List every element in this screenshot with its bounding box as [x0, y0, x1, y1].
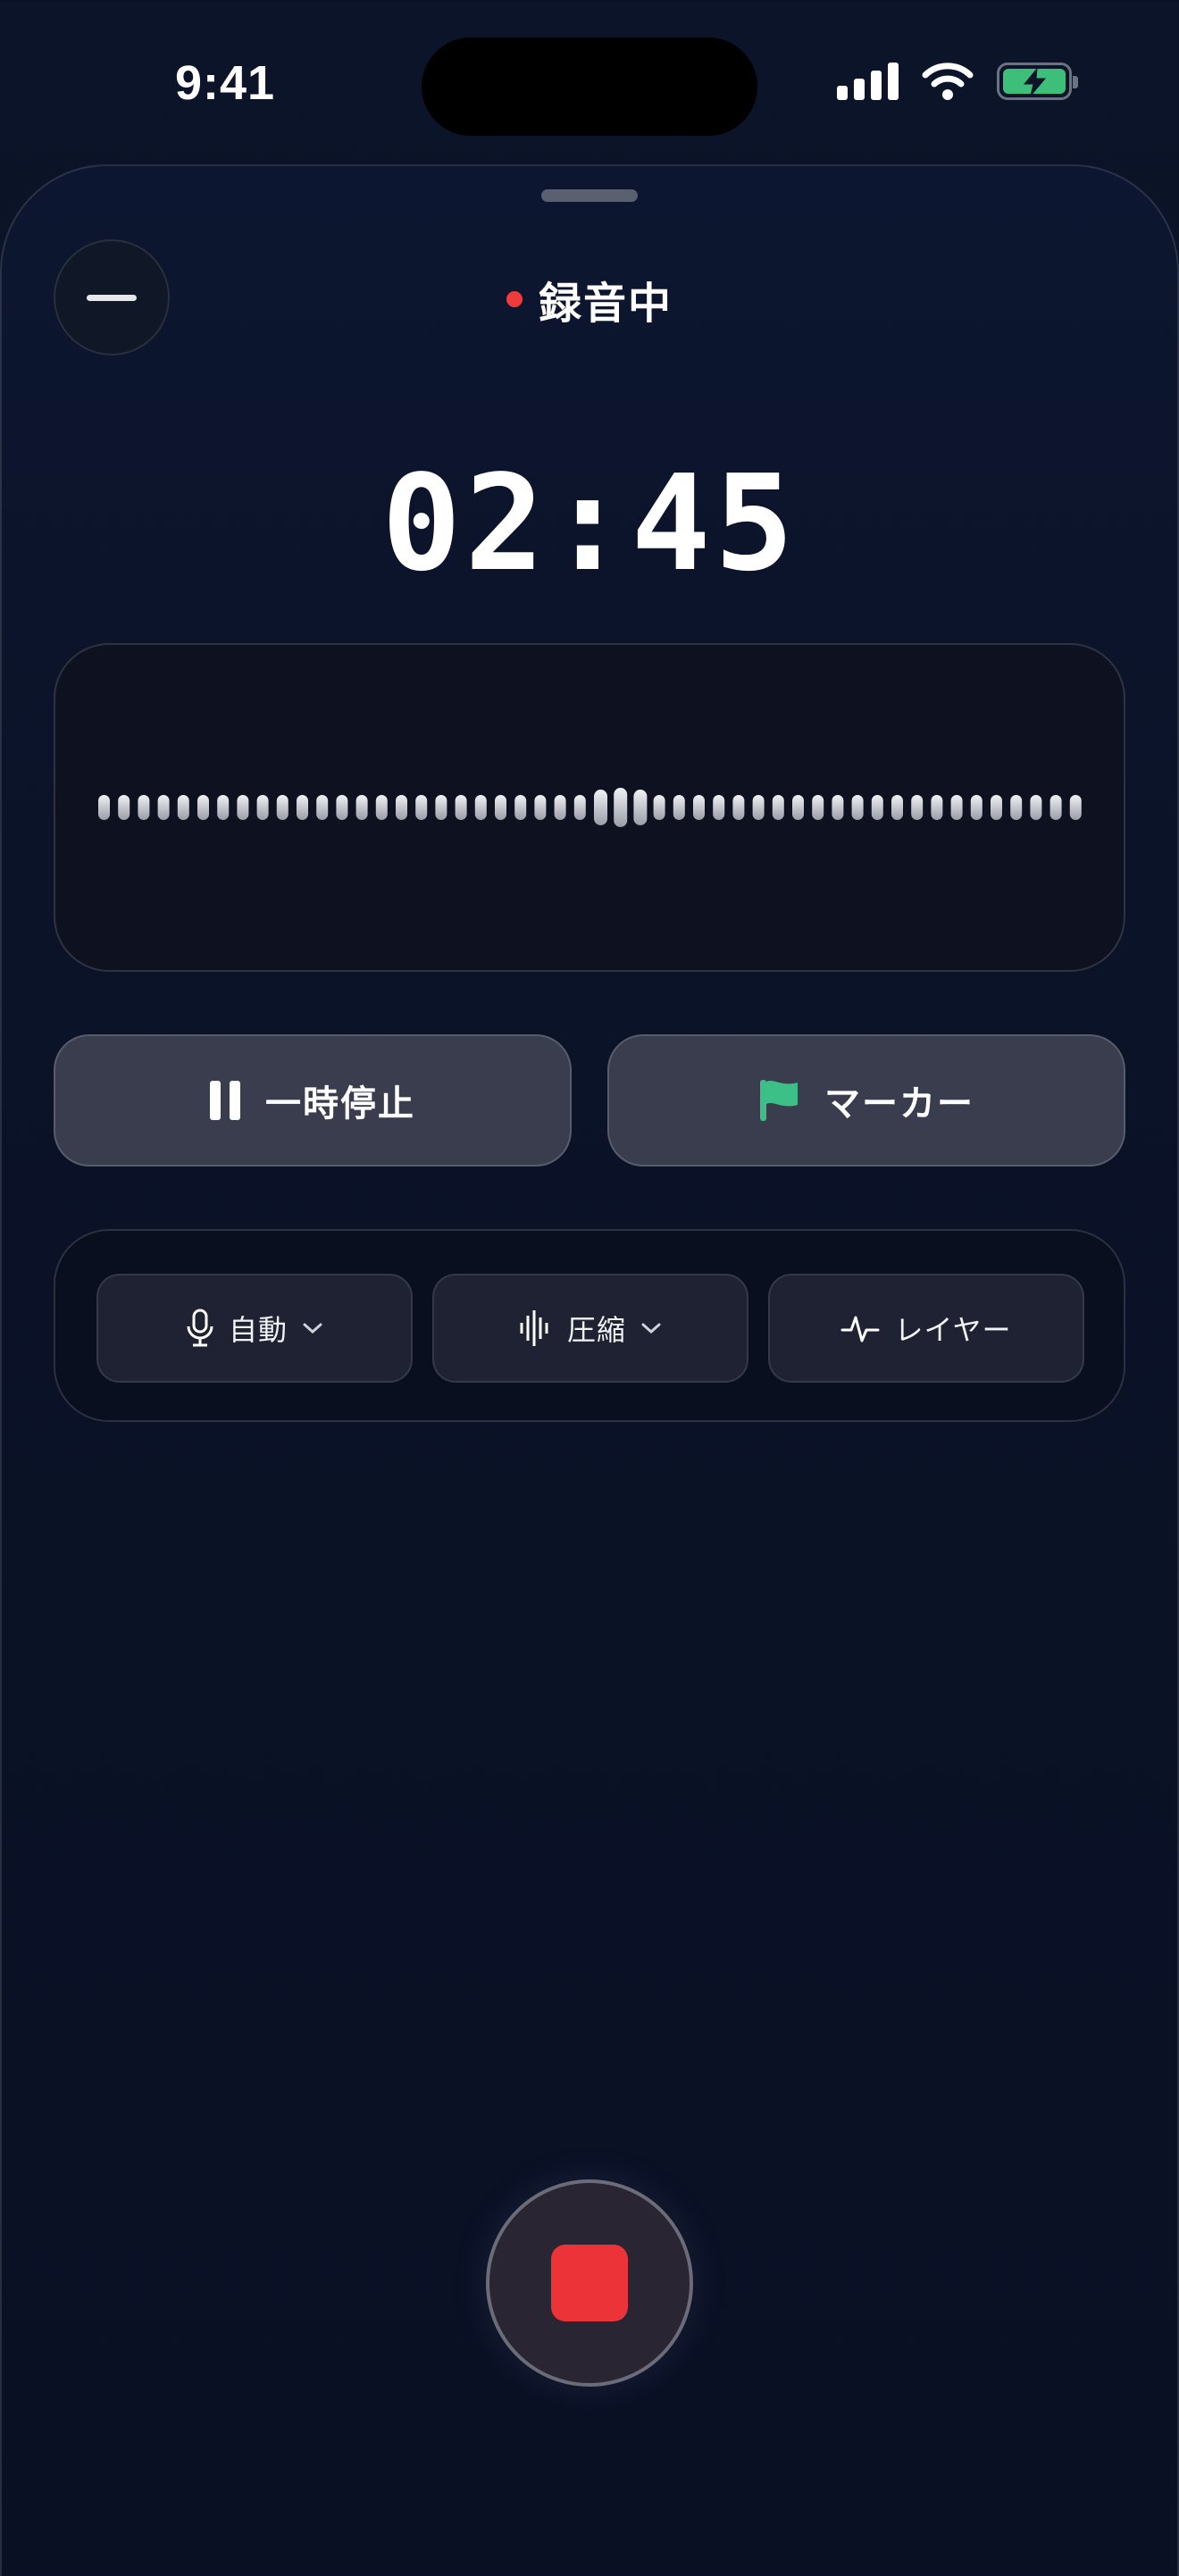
waveform-bar — [495, 795, 506, 820]
waveform-bar — [594, 790, 607, 825]
chevron-down-icon — [641, 1323, 661, 1334]
stop-button[interactable] — [486, 2179, 693, 2387]
marker-button[interactable]: マーカー — [607, 1034, 1125, 1167]
waveform-bar — [415, 795, 428, 820]
waveform-bar — [177, 795, 189, 820]
chevron-down-icon — [303, 1323, 322, 1334]
waveform-bar — [375, 795, 388, 820]
flag-icon — [760, 1080, 798, 1121]
pause-icon — [210, 1081, 240, 1120]
waveform-bar — [713, 795, 725, 820]
waveform-bar — [435, 795, 447, 820]
waveform-bar — [98, 795, 110, 820]
battery-charging-icon — [997, 63, 1078, 100]
waveform-bar — [812, 795, 824, 820]
waveform-bar — [950, 795, 963, 820]
pause-button-label: 一時停止 — [265, 1083, 415, 1125]
waveform-bar — [316, 795, 329, 820]
stop-icon — [551, 2245, 628, 2321]
waveform-bar — [633, 790, 648, 825]
waveform-bar — [297, 795, 308, 820]
marker-button-label: マーカー — [824, 1083, 974, 1125]
layer-button-label: レイヤー — [894, 1313, 1012, 1347]
waveform-bar — [832, 795, 844, 820]
waveform-bar — [673, 795, 685, 820]
recording-status: 録音中 — [0, 268, 1179, 330]
waveform-icon — [520, 1310, 548, 1346]
status-time: 9:41 — [175, 56, 276, 110]
waveform-bar — [871, 795, 883, 820]
input-select-label: 自動 — [228, 1313, 288, 1347]
waveform-bar — [474, 795, 487, 820]
waveform-bar — [752, 795, 765, 820]
waveform-bar — [534, 795, 547, 820]
waveform-bar — [217, 795, 230, 820]
waveform-bar — [792, 795, 804, 820]
recording-options: 自動 圧縮 レイヤー — [54, 1229, 1125, 1422]
waveform-bar — [732, 795, 745, 820]
waveform-bar — [970, 795, 982, 820]
waveform-bar — [851, 795, 864, 820]
waveform-bar — [693, 795, 705, 820]
waveform-bar — [991, 795, 1002, 820]
layer-button[interactable]: レイヤー — [768, 1274, 1084, 1383]
pause-button[interactable]: 一時停止 — [54, 1034, 572, 1167]
waveform-bar — [554, 795, 566, 820]
recording-dot-icon — [506, 291, 523, 307]
recording-status-label: 録音中 — [538, 279, 673, 329]
waveform-bar — [1030, 795, 1042, 820]
sheet-grabber[interactable] — [541, 189, 638, 202]
waveform-bar — [1049, 795, 1062, 820]
waveform-bar — [336, 795, 348, 820]
compression-select[interactable]: 圧縮 — [432, 1274, 748, 1383]
input-select[interactable]: 自動 — [96, 1274, 413, 1383]
dynamic-island — [422, 38, 757, 136]
waveform-bar — [772, 795, 784, 820]
waveform-bar — [514, 795, 527, 820]
waveform-bar — [891, 795, 903, 820]
waveform-bar — [396, 795, 407, 820]
waveform-bar — [1069, 795, 1082, 820]
waveform-bar — [355, 795, 368, 820]
waveform-bar — [138, 795, 150, 820]
waveform-bar — [911, 795, 924, 820]
waveform-bar — [573, 795, 586, 820]
elapsed-timer: 02:45 — [381, 447, 798, 600]
waveform-bar — [931, 795, 943, 820]
waveform-bar — [653, 795, 665, 820]
waveform-bar — [276, 795, 288, 820]
waveform-visualizer — [98, 788, 1082, 827]
waveform-bar — [256, 795, 269, 820]
pulse-icon — [840, 1316, 880, 1342]
waveform-bar — [614, 788, 628, 827]
cellular-signal-icon — [837, 63, 899, 100]
wifi-icon — [922, 63, 974, 100]
waveform-bar — [118, 795, 130, 820]
compression-select-label: 圧縮 — [566, 1313, 626, 1347]
waveform-bar — [237, 795, 249, 820]
waveform-bar — [455, 795, 467, 820]
waveform-bar — [1010, 795, 1023, 820]
microphone-icon — [187, 1309, 213, 1347]
waveform-bar — [197, 795, 209, 820]
waveform-bar — [157, 795, 170, 820]
waveform-panel — [54, 643, 1125, 972]
status-icons — [837, 63, 1078, 100]
